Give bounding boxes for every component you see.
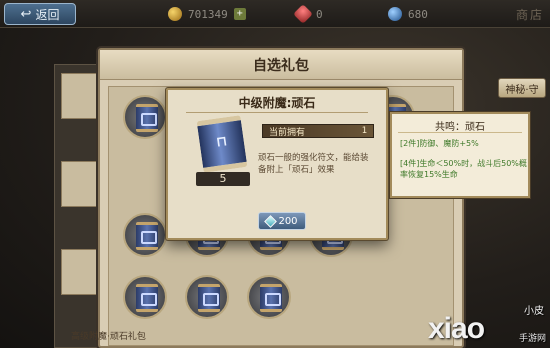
scroll-slot[interactable] <box>123 95 167 139</box>
dialog-title: 自选礼包 <box>100 50 462 80</box>
set-bonus-panel: 共鸣：顽石 [2件]防御、魔防+5% [4件]生命＜50%时，战斗后50%概率恢… <box>390 112 530 198</box>
scroll-slot[interactable] <box>247 275 291 319</box>
gold-counter: 701349 + <box>168 5 246 23</box>
watermark-small: 小皮 <box>524 306 544 317</box>
blue-crystal-icon <box>388 7 402 21</box>
top-bar: ↩ 返回 701349 + 0 680 商店 <box>0 0 550 28</box>
enchant-scroll-icon <box>136 104 158 132</box>
scroll-row <box>123 275 291 319</box>
divider <box>398 132 522 133</box>
gem-counter: 0 <box>293 4 323 24</box>
back-button[interactable]: ↩ 返回 <box>4 3 76 25</box>
owned-bar: 当前拥有 1 <box>262 124 374 138</box>
item-title: 中级附魔:顽石 <box>238 96 316 110</box>
enchant-scroll-icon <box>136 222 158 250</box>
buy-price: 200 <box>278 215 298 227</box>
gold-value: 701349 <box>188 7 228 21</box>
corner-title: 商店 <box>515 8 544 22</box>
crystal-counter: 680 <box>388 5 428 23</box>
back-arrow-icon: ↩ <box>20 6 32 22</box>
item-icon-box: ⊓ 5 <box>196 115 250 186</box>
owned-count: 1 <box>361 126 367 136</box>
divider <box>186 112 368 113</box>
buy-button[interactable]: 200 <box>258 212 306 230</box>
rune-mark-icon: ⊓ <box>215 133 229 151</box>
item-detail-popup: 中级附魔:顽石 ⊓ 5 当前拥有 1 顽石一般的强化符文，能给装备附上「顽石」效… <box>166 88 388 240</box>
scroll-slot[interactable] <box>185 275 229 319</box>
back-label: 返回 <box>35 7 60 22</box>
gem-value: 0 <box>316 7 323 21</box>
set-bonus-title: 共鸣：顽石 <box>435 122 485 133</box>
side-filter-button[interactable]: 神秘·守 <box>498 78 546 98</box>
scroll-slot[interactable] <box>123 275 167 319</box>
owned-label: 当前拥有 <box>269 127 306 138</box>
enchant-scroll-icon <box>260 284 282 312</box>
watermark-sub: 手游网 <box>518 334 546 344</box>
enchant-scroll-icon: ⊓ <box>196 115 248 173</box>
crystal-value: 680 <box>408 7 428 21</box>
ruby-gem-icon <box>293 4 313 24</box>
gold-coin-icon <box>168 7 182 21</box>
scroll-slot[interactable] <box>123 213 167 257</box>
set-bonus-line: [4件]生命＜50%时，战斗后50%概率恢复15%生命 <box>400 159 527 179</box>
watermark-big: xiao <box>428 312 485 345</box>
watermark-logo: 小皮 xiao 手游网 <box>428 302 546 346</box>
item-quantity: 5 <box>196 172 250 186</box>
add-gold-button[interactable]: + <box>233 8 246 20</box>
set-bonus-line: [2件]防御、魔防+5% <box>400 139 479 148</box>
group-label: 高级附魔·顽石礼包 <box>71 332 146 342</box>
enchant-scroll-icon <box>136 284 158 312</box>
item-description: 顽石一般的强化符文，能给装备附上「顽石」效果 <box>258 153 369 175</box>
enchant-scroll-icon <box>198 284 220 312</box>
diamond-icon <box>264 214 278 228</box>
